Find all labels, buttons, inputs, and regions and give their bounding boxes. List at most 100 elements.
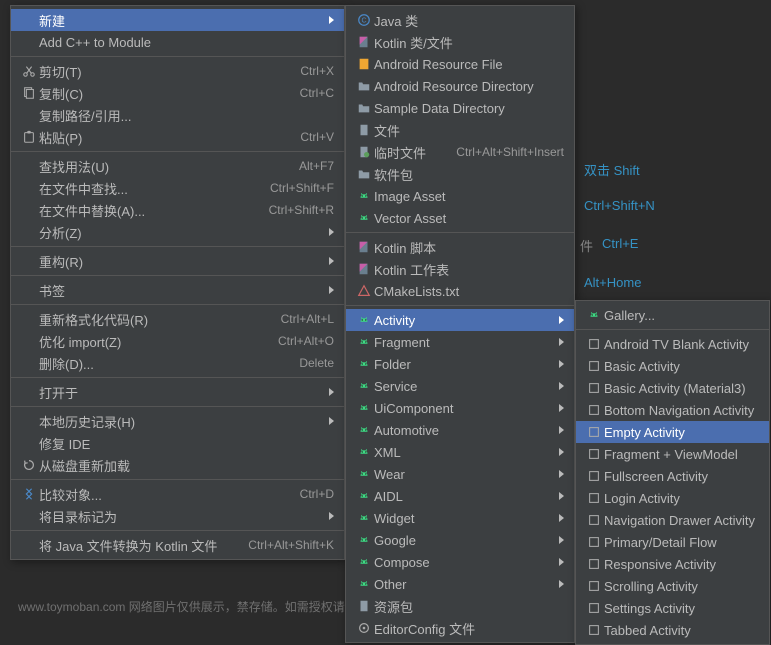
menu-item-label: Automotive [374,423,551,438]
menu3-item[interactable]: Navigation Drawer Activity [576,509,769,531]
menu3-item[interactable]: Android TV Blank Activity [576,333,769,355]
menu2-item[interactable]: Android Resource Directory [346,75,574,97]
android-icon [354,312,374,328]
java-class-icon: C [354,12,374,28]
menu2-item[interactable]: Image Asset [346,185,574,207]
android-icon [354,334,374,350]
menu1-item[interactable]: 修复 IDE [11,432,344,454]
folder-icon [354,78,374,94]
menu-item-label: Bottom Navigation Activity [604,403,759,418]
menu1-item[interactable]: 粘贴(P)Ctrl+V [11,126,344,148]
menu-item-label: 临时文件 [374,143,444,162]
menu2-item[interactable]: UiComponent [346,397,574,419]
menu-item-label: Widget [374,511,551,526]
menu3-item[interactable]: Bottom Navigation Activity [576,399,769,421]
background-text: 件 [580,236,593,255]
menu3-item[interactable]: Basic Activity [576,355,769,377]
menu-item-label: Basic Activity (Material3) [604,381,759,396]
menu3-item[interactable]: Basic Activity (Material3) [576,377,769,399]
menu-item-label: CMakeLists.txt [374,284,564,299]
menu2-item[interactable]: 临时文件Ctrl+Alt+Shift+Insert [346,141,574,163]
menu1-item[interactable]: Add C++ to Module [11,31,344,53]
context-menu-main: 新建Add C++ to Module 剪切(T)Ctrl+X复制(C)Ctrl+… [10,5,345,560]
menu1-item[interactable]: 打开于 [11,381,344,403]
menu2-item[interactable]: Sample Data Directory [346,97,574,119]
menu2-item[interactable]: 文件 [346,119,574,141]
menu1-item[interactable]: 查找用法(U)Alt+F7 [11,155,344,177]
menu-item-label: Fragment [374,335,551,350]
menu-item-label: 在文件中替换(A)... [39,201,257,220]
menu2-item[interactable]: Google [346,529,574,551]
menu1-item[interactable]: 重构(R) [11,250,344,272]
menu2-item[interactable]: EditorConfig 文件 [346,617,574,639]
menu2-item[interactable]: Folder [346,353,574,375]
menu2-item[interactable]: Wear [346,463,574,485]
menu1-item[interactable]: 复制(C)Ctrl+C [11,82,344,104]
menu2-item[interactable]: Kotlin 类/文件 [346,31,574,53]
android-icon [354,576,374,592]
menu-item-label: 书签 [39,281,321,300]
menu1-item[interactable]: 分析(Z) [11,221,344,243]
menu-item-label: 打开于 [39,383,321,402]
menu1-item[interactable]: 书签 [11,279,344,301]
menu2-item[interactable]: Activity [346,309,574,331]
menu2-item[interactable]: Fragment [346,331,574,353]
menu2-item[interactable]: 软件包 [346,163,574,185]
menu1-item[interactable]: 将 Java 文件转换为 Kotlin 文件Ctrl+Alt+Shift+K [11,534,344,556]
menu-item-label: Basic Activity [604,359,759,374]
menu3-item[interactable]: Login Activity [576,487,769,509]
menu-item-label: Gallery... [604,308,759,323]
menu1-item[interactable]: 新建 [11,9,344,31]
background-shortcut-hint: Ctrl+Shift+N [584,198,655,213]
menu2-item[interactable]: XML [346,441,574,463]
menu2-item[interactable]: Kotlin 工作表 [346,258,574,280]
menu1-item[interactable]: 将目录标记为 [11,505,344,527]
file-icon [354,598,374,614]
menu-item-label: Responsive Activity [604,557,759,572]
menu3-item[interactable]: Tabbed Activity [576,619,769,641]
menu3-item[interactable]: Empty Activity [576,421,769,443]
svg-text:C: C [361,18,366,25]
menu2-item[interactable]: AIDL [346,485,574,507]
menu1-item[interactable]: 在文件中查找...Ctrl+Shift+F [11,177,344,199]
menu1-item[interactable]: 删除(D)...Delete [11,352,344,374]
menu1-item[interactable]: 本地历史记录(H) [11,410,344,432]
menu2-item[interactable]: CMakeLists.txt [346,280,574,302]
menu-item-label: Activity [374,313,551,328]
menu2-item[interactable]: Compose [346,551,574,573]
menu-item-label: 资源包 [374,597,564,616]
menu3-item[interactable]: Scrolling Activity [576,575,769,597]
menu2-item[interactable]: Other [346,573,574,595]
menu-item-label: 文件 [374,121,564,140]
menu-item-label: 粘贴(P) [39,128,288,147]
menu1-item[interactable]: 重新格式化代码(R)Ctrl+Alt+L [11,308,344,330]
menu3-item[interactable]: Responsive Activity [576,553,769,575]
menu1-item[interactable]: 复制路径/引用... [11,104,344,126]
activity-icon [584,512,604,528]
menu2-item[interactable]: 资源包 [346,595,574,617]
menu2-item[interactable]: CJava 类 [346,9,574,31]
background-shortcut-hint: Alt+Home [584,275,641,290]
menu1-item[interactable]: 在文件中替换(A)...Ctrl+Shift+R [11,199,344,221]
menu3-item[interactable]: Fragment + ViewModel [576,443,769,465]
menu1-item[interactable]: 剪切(T)Ctrl+X [11,60,344,82]
blank-icon [19,12,39,28]
menu-item-label: 优化 import(Z) [39,332,266,351]
menu3-item[interactable]: Settings Activity [576,597,769,619]
submenu-arrow-icon [329,417,334,425]
menu2-item[interactable]: Service [346,375,574,397]
menu2-item[interactable]: Kotlin 脚本 [346,236,574,258]
menu2-item[interactable]: Vector Asset [346,207,574,229]
menu1-item[interactable]: 从磁盘重新加载 [11,454,344,476]
menu-item-shortcut: Ctrl+X [300,64,334,78]
menu2-item[interactable]: Widget [346,507,574,529]
menu2-item[interactable]: Automotive [346,419,574,441]
menu2-item[interactable]: Android Resource File [346,53,574,75]
folder-icon [354,100,374,116]
menu3-item[interactable]: Gallery... [576,304,769,326]
menu1-item[interactable]: 比较对象...Ctrl+D [11,483,344,505]
menu3-item[interactable]: Fullscreen Activity [576,465,769,487]
menu-item-label: XML [374,445,551,460]
menu3-item[interactable]: Primary/Detail Flow [576,531,769,553]
menu1-item[interactable]: 优化 import(Z)Ctrl+Alt+O [11,330,344,352]
